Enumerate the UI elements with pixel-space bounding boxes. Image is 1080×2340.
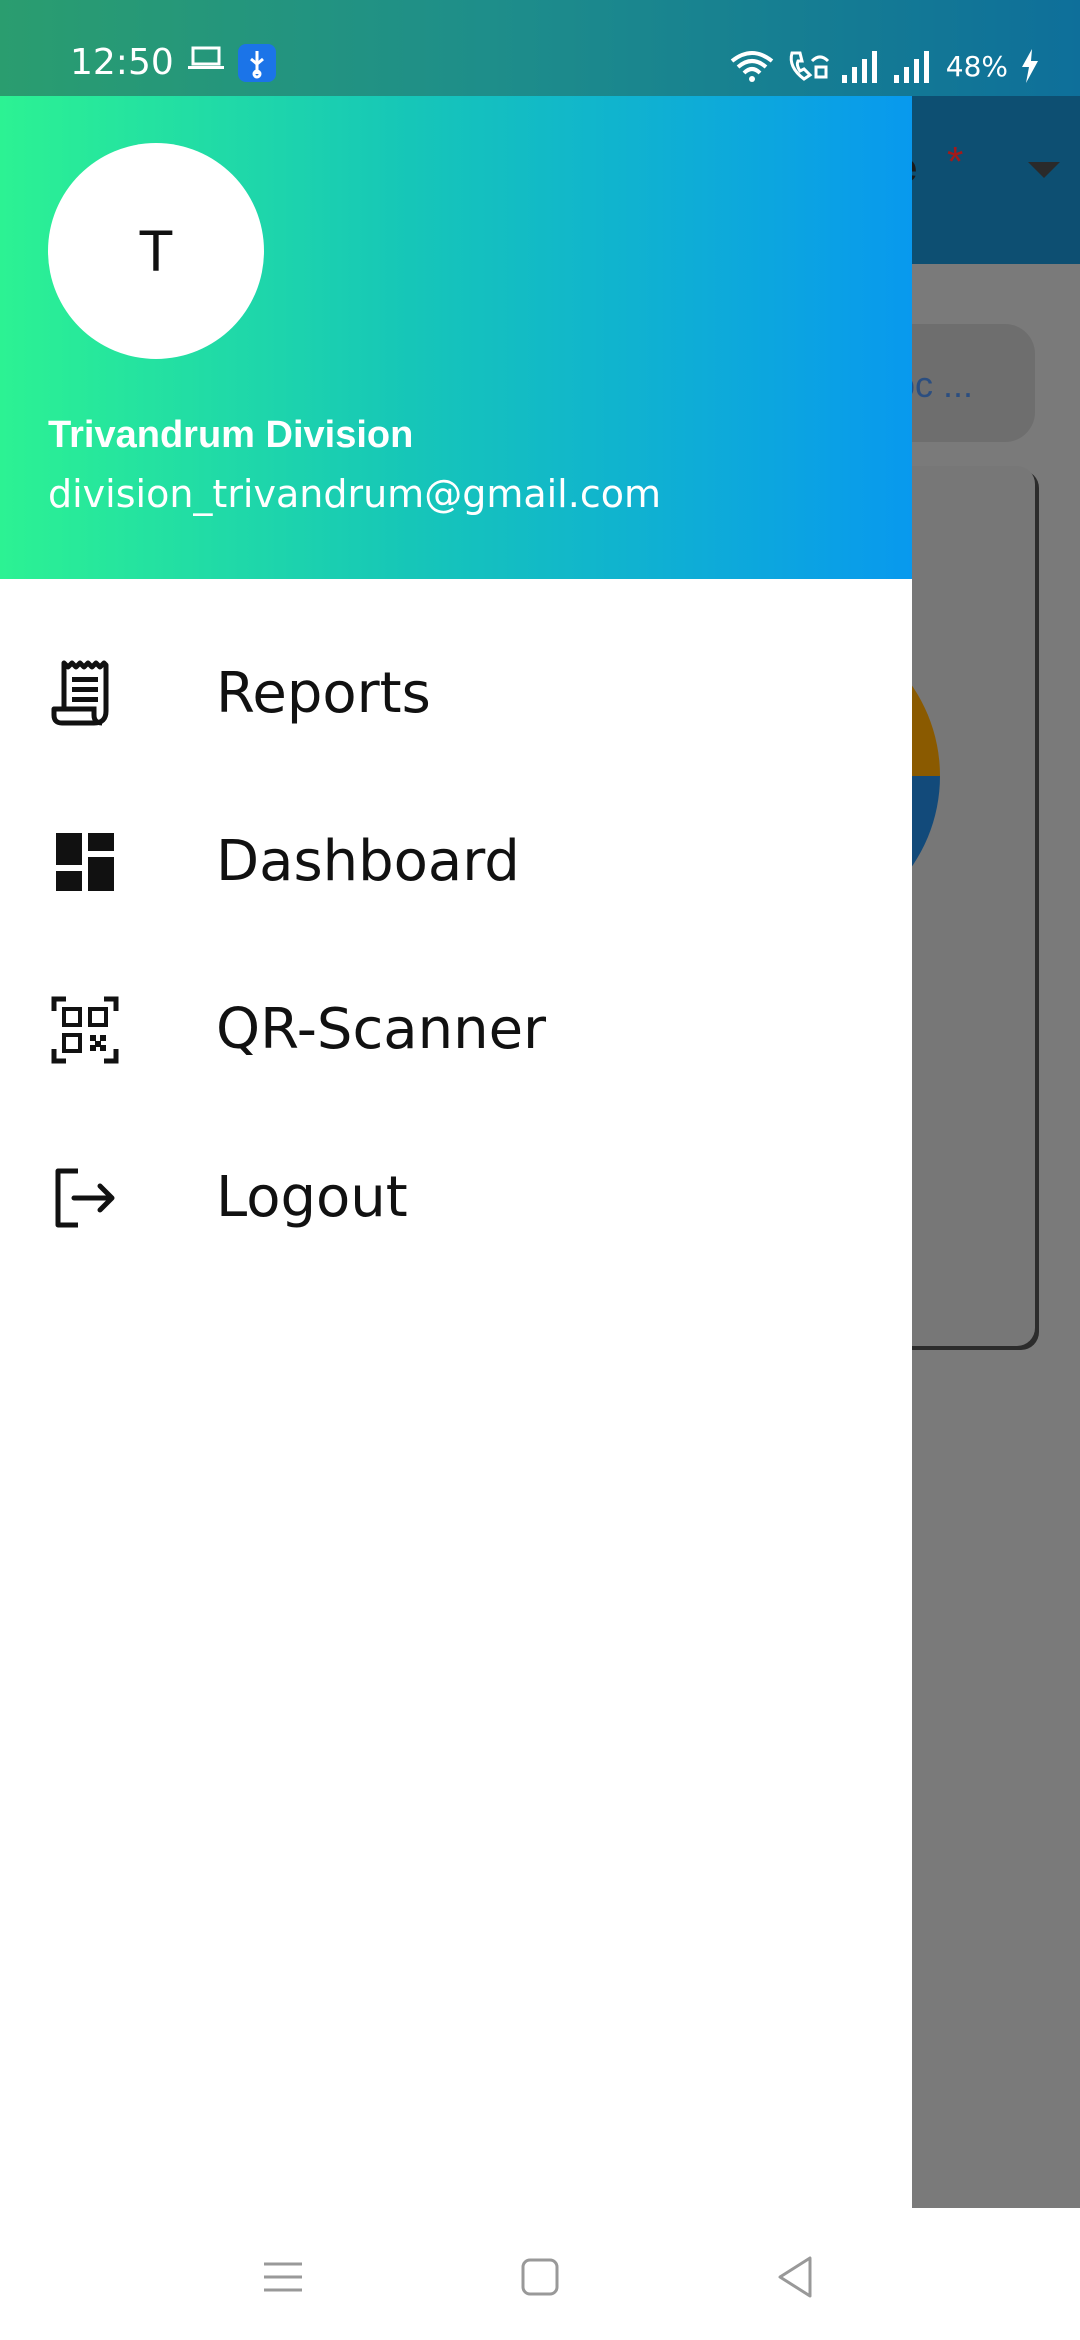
- menu-item-dashboard[interactable]: Dashboard: [0, 777, 912, 937]
- battery-percent: 48%: [945, 49, 1008, 83]
- status-right-group: 48%: [730, 46, 1040, 86]
- chevron-down-icon: [1028, 162, 1060, 178]
- wifi-calling-icon: [789, 51, 829, 81]
- user-name: Trivandrum Division: [48, 414, 414, 456]
- system-nav-bar: [0, 2208, 1080, 2340]
- required-marker: *: [947, 138, 964, 185]
- menu-icon[interactable]: [258, 2252, 308, 2302]
- home-icon[interactable]: [515, 2252, 565, 2302]
- qr-code-icon: [51, 996, 119, 1064]
- menu-item-reports[interactable]: Reports: [0, 609, 912, 769]
- drawer-header: T Trivandrum Division division_trivandru…: [0, 96, 912, 579]
- status-bar: 12:50 48%: [0, 0, 1080, 96]
- avatar: T: [48, 143, 264, 359]
- dashboard-icon: [56, 833, 114, 891]
- navigation-drawer: T Trivandrum Division division_trivandru…: [0, 0, 912, 2208]
- usb-debug-icon: [238, 44, 276, 82]
- receipt-icon: [51, 660, 109, 726]
- menu-item-label: Reports: [216, 661, 431, 726]
- signal-icon: [893, 51, 929, 83]
- menu-item-logout[interactable]: Logout: [0, 1113, 912, 1273]
- user-email: division_trivandrum@gmail.com: [48, 472, 661, 516]
- laptop-icon: [188, 46, 224, 69]
- menu-item-label: Dashboard: [216, 829, 520, 894]
- signal-icon: [841, 51, 877, 83]
- avatar-initial: T: [138, 218, 174, 284]
- menu-item-label: Logout: [216, 1165, 408, 1230]
- wifi-icon: [730, 51, 774, 82]
- logout-icon: [55, 1168, 115, 1228]
- menu-item-label: QR-Scanner: [216, 997, 547, 1062]
- charging-icon: [1022, 49, 1038, 83]
- status-time: 12:50: [70, 42, 174, 83]
- menu-item-qr-scanner[interactable]: QR-Scanner: [0, 945, 912, 1105]
- back-icon[interactable]: [772, 2252, 822, 2302]
